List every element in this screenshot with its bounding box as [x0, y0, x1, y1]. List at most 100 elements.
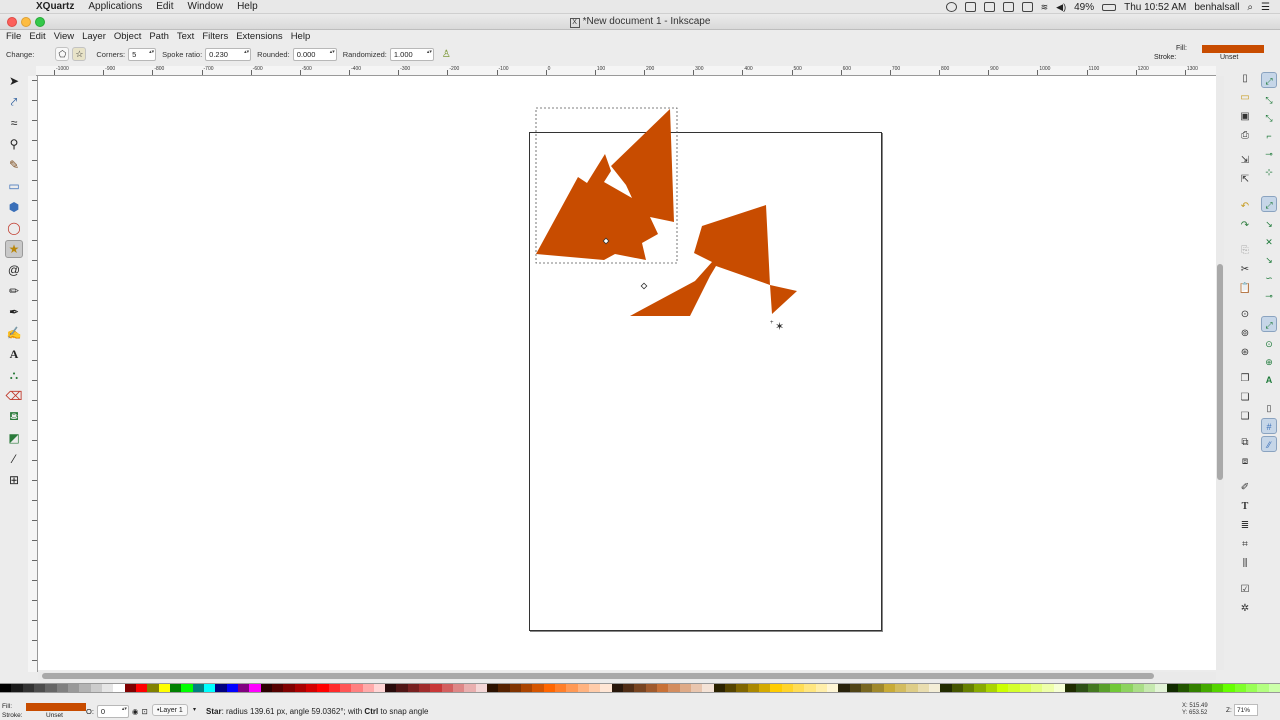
palette-swatch[interactable]	[1064, 684, 1077, 692]
palette-swatch[interactable]	[860, 684, 873, 692]
palette-swatch[interactable]	[758, 684, 771, 692]
airplay-icon[interactable]	[1021, 2, 1033, 12]
palette-swatch[interactable]	[713, 684, 725, 692]
palette-swatch[interactable]	[1030, 684, 1043, 692]
snap-intersection-icon[interactable]: ✕	[1261, 234, 1277, 250]
palette-swatch[interactable]	[0, 684, 12, 692]
palette-swatch[interactable]	[1178, 684, 1190, 692]
horizontal-ruler[interactable]: -1000 -900 -800 -700 -600 -500 -400 -300 -200 -10…	[36, 66, 1216, 76]
snap-page-border-icon[interactable]: ▯	[1261, 400, 1277, 416]
layers-dialog-icon[interactable]: ≣	[1238, 519, 1252, 533]
palette-swatch[interactable]	[464, 684, 476, 692]
palette-swatch[interactable]	[396, 684, 408, 692]
palette-swatch[interactable]	[67, 684, 80, 692]
clock[interactable]: Thu 10:52 AM	[1124, 2, 1186, 13]
palette-swatch[interactable]	[203, 684, 216, 692]
menu-file[interactable]: File	[6, 31, 21, 42]
palette-swatch[interactable]	[940, 684, 952, 692]
text-tool-icon[interactable]: A	[5, 345, 23, 363]
palette-swatch[interactable]	[747, 684, 759, 692]
camera-icon[interactable]	[983, 2, 995, 12]
open-icon[interactable]: ▭	[1238, 91, 1252, 105]
snap-toggle-icon[interactable]: ⤢	[1261, 72, 1277, 88]
copy-icon[interactable]: ⎘	[1238, 244, 1252, 258]
palette-swatch[interactable]	[623, 684, 635, 692]
ellipse-tool-icon[interactable]: ◯	[5, 219, 23, 237]
cut-icon[interactable]: ✂	[1238, 263, 1252, 277]
star-tool-icon[interactable]: ★	[5, 240, 23, 258]
palette-swatch[interactable]	[215, 684, 227, 692]
palette-swatch[interactable]	[11, 684, 23, 692]
pen-tool-icon[interactable]: ✒	[5, 303, 23, 321]
menu-text[interactable]: Text	[177, 31, 194, 42]
palette-swatch[interactable]	[838, 684, 850, 692]
palette-swatch[interactable]	[894, 684, 907, 692]
palette-swatch[interactable]	[1144, 684, 1156, 692]
palette-swatch[interactable]	[33, 684, 46, 692]
star-handle-rotation[interactable]	[640, 282, 648, 290]
palette-swatch[interactable]	[1019, 684, 1031, 692]
rounded-spinbox[interactable]: 0.000	[292, 47, 337, 61]
palette-swatch[interactable]	[906, 684, 918, 692]
palette-swatch[interactable]	[362, 684, 374, 692]
palette-swatch[interactable]	[1110, 684, 1122, 692]
unlink-clone-icon[interactable]: ❑	[1238, 410, 1252, 424]
palette-swatch[interactable]	[147, 684, 159, 692]
palette-swatch[interactable]	[1212, 684, 1224, 692]
palette-swatch[interactable]	[385, 684, 397, 692]
snap-smooth-icon[interactable]: ∽	[1261, 270, 1277, 286]
zoom-selection-icon[interactable]: ⊙	[1238, 308, 1252, 322]
palette-swatch[interactable]	[237, 684, 250, 692]
menubar-edit[interactable]: Edit	[156, 1, 173, 12]
xml-editor-icon[interactable]: ⌗	[1238, 538, 1252, 552]
palette-swatch[interactable]	[101, 684, 114, 692]
spotlight-icon[interactable]: ⌕	[1247, 2, 1253, 13]
text-font-dialog-icon[interactable]: T	[1238, 500, 1252, 514]
palette-swatch[interactable]	[521, 684, 533, 692]
zoom-field[interactable]: 71%	[1234, 704, 1258, 716]
palette-swatch[interactable]	[283, 684, 295, 692]
palette-swatch[interactable]	[917, 684, 929, 692]
preferences-icon[interactable]: ✲	[1238, 602, 1252, 616]
snap-midpoint-icon[interactable]: ⊸	[1261, 288, 1277, 304]
ungroup-icon[interactable]: ⧈	[1238, 455, 1252, 469]
palette-swatch[interactable]	[1166, 684, 1179, 692]
randomized-spinbox[interactable]: 1.000	[389, 47, 434, 61]
palette-swatch[interactable]	[260, 684, 272, 692]
menu-extensions[interactable]: Extensions	[236, 31, 282, 42]
clone-icon[interactable]: ❏	[1238, 391, 1252, 405]
palette-swatch[interactable]	[679, 684, 692, 692]
snap-paths-icon[interactable]: ↘	[1261, 216, 1277, 232]
palette-swatch[interactable]	[158, 684, 170, 692]
palette-swatch[interactable]	[90, 684, 102, 692]
palette-swatch[interactable]	[498, 684, 510, 692]
palette-swatch[interactable]	[430, 684, 442, 692]
star-mode-button[interactable]: ☆	[72, 47, 87, 61]
battery-percent[interactable]: 49%	[1074, 2, 1094, 13]
palette-swatch[interactable]	[271, 684, 284, 692]
random-star-2[interactable]	[630, 205, 797, 316]
wifi-icon[interactable]: ≋	[1041, 2, 1049, 13]
fill-stroke-dialog-icon[interactable]: ✐	[1238, 481, 1252, 495]
palette-swatch[interactable]	[702, 684, 714, 692]
snap-bbox-corner-icon[interactable]: ⌐	[1261, 128, 1277, 144]
palette-swatch[interactable]	[928, 684, 941, 692]
palette-swatch[interactable]	[872, 684, 884, 692]
menu-path[interactable]: Path	[149, 31, 169, 42]
palette-swatch[interactable]	[974, 684, 986, 692]
palette-swatch[interactable]	[45, 684, 57, 692]
zoom-tool-icon[interactable]: ⚲	[5, 135, 23, 153]
align-dialog-icon[interactable]: ⫼	[1238, 557, 1252, 571]
palette-swatch[interactable]	[1234, 684, 1247, 692]
palette-swatch[interactable]	[804, 684, 816, 692]
palette-swatch[interactable]	[113, 684, 125, 692]
snap-bbox-center-icon[interactable]: ⊹	[1261, 164, 1277, 180]
menu-layer[interactable]: Layer	[82, 31, 106, 42]
zoom-page-icon[interactable]: ⊛	[1238, 346, 1252, 360]
cloud-icon[interactable]	[964, 2, 976, 12]
palette-swatch[interactable]	[668, 684, 680, 692]
palette-swatch[interactable]	[883, 684, 895, 692]
snap-bbox-midpoint-icon[interactable]: ⊸	[1261, 146, 1277, 162]
snap-others-icon[interactable]: ⤢	[1261, 316, 1277, 332]
color-palette[interactable]	[0, 683, 1280, 693]
